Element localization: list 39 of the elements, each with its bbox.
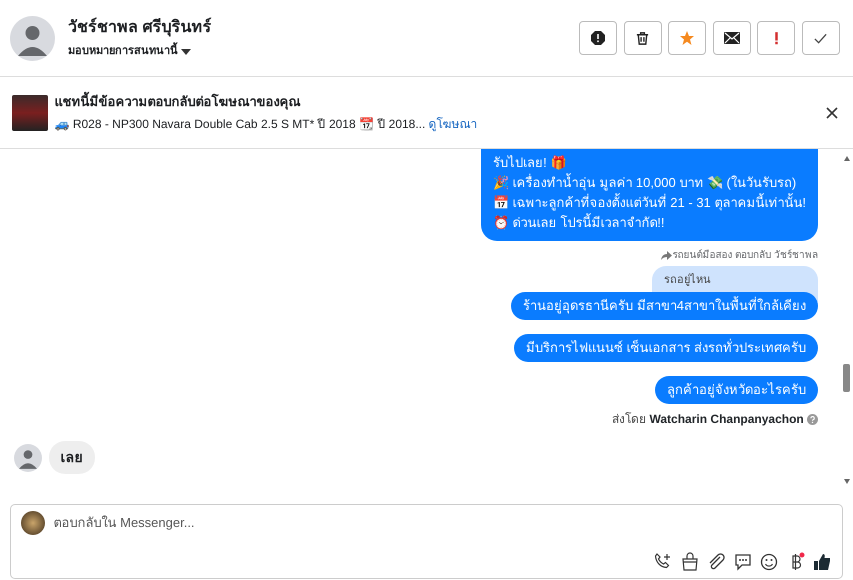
- close-icon: [826, 107, 838, 120]
- car-photo-placeholder: [12, 94, 48, 130]
- page-avatar: [21, 511, 45, 535]
- star-button[interactable]: [668, 21, 706, 55]
- reply-composer[interactable]: ตอบกลับใน Messenger...: [10, 504, 843, 579]
- ad-reply-title: แชทนี้มีข้อความตอบกลับต่อโฆษณาของคุณ: [54, 92, 478, 112]
- message-bubble: มีบริการไฟแนนซ์ เซ็นเอกสาร ส่งรถทั่วประเทศครับ: [514, 334, 818, 362]
- assign-dropdown[interactable]: มอบหมายการสนทนานี้: [68, 43, 212, 60]
- sent-by-label: ส่งโดย Watcharin Chanpanyachon: [612, 411, 804, 428]
- envelope-icon: [724, 32, 740, 44]
- reply-input-field[interactable]: ตอบกลับใน Messenger...: [52, 512, 832, 534]
- contact-avatar: [10, 16, 55, 60]
- star-icon: [679, 30, 696, 46]
- caret-icon: [181, 48, 192, 55]
- message-line: 📅 เฉพาะลูกค้าที่จองตั้งแต่วันที่ 21 - 31 ตุลาคมนี้เท่านั้น!: [493, 193, 806, 212]
- alert-icon: [590, 30, 606, 46]
- message-bubble: ลูกค้าอยู่จังหวัดอะไรครับ: [655, 376, 818, 404]
- trash-button[interactable]: [624, 21, 662, 55]
- contact-name: วัชร์ชาพล ศรีบุรินทร์: [68, 16, 212, 38]
- help-icon[interactable]: [807, 414, 818, 425]
- alert-button[interactable]: [579, 21, 618, 55]
- view-ad-link[interactable]: ดูโฆษณา: [428, 114, 478, 133]
- trash-icon: [635, 30, 650, 46]
- ad-details: 🚙 R028 - NP300 Navara Double Cab 2.5 S MT* ปี 2018 📆 ปี 2018...: [54, 116, 426, 133]
- message-bubble: ร้านอยู่อุดรธานีครับ มีสาขา4สาขาในพื้นที่ใกล้เคียง: [511, 292, 818, 320]
- exclamation-icon: [774, 31, 779, 45]
- thumbs-up-icon[interactable]: [812, 552, 832, 572]
- check-button[interactable]: [802, 21, 840, 55]
- reply-arrow-icon: [661, 250, 672, 260]
- shopping-bag-icon[interactable]: [680, 552, 700, 572]
- message-bubble: เลย: [48, 441, 94, 474]
- envelope-button[interactable]: [712, 21, 751, 55]
- message-line: ⏰ ด่วนเลย โปรนี้มีเวลาจำกัด!!: [493, 213, 666, 232]
- chat-bubble-icon[interactable]: [732, 552, 752, 572]
- message-line: รับไปเลย! 🎁: [493, 154, 568, 172]
- contact-avatar: [14, 444, 42, 472]
- message-line: 🎉 เครื่องทำน้ำอุ่น มูลค่า 10,000 บาท 💸 (ในวันรับรถ): [493, 173, 798, 192]
- emoji-icon[interactable]: [759, 552, 779, 572]
- reply-context: รถยนต์มือสอง ตอบกลับ วัชร์ชาพล: [672, 248, 818, 262]
